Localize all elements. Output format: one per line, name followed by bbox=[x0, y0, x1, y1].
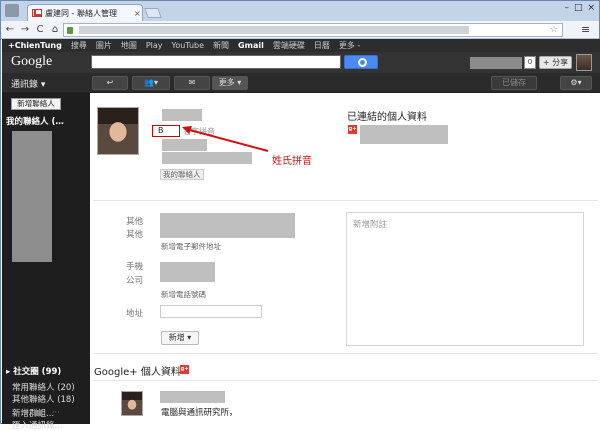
maximize-icon[interactable]: □ bbox=[574, 3, 583, 13]
gbar-user-link[interactable]: +ChienTung bbox=[8, 41, 62, 50]
divider bbox=[93, 380, 598, 381]
phone-type-label[interactable]: 手機 bbox=[126, 260, 143, 272]
bookmark-star-icon[interactable]: ☆ bbox=[550, 25, 558, 35]
more-button[interactable]: 更多 ▾ bbox=[212, 76, 248, 90]
tab-title: 盧建同 - 聯絡人管理 bbox=[45, 8, 117, 18]
gplus-organization: 電腦與通訊研究所， bbox=[161, 408, 238, 418]
browser-window: 盧建同 - 聯絡人管理 × – □ × ← → C ⌂ ☆ ≡ +ChienTu… bbox=[0, 0, 600, 431]
notification-count[interactable]: 0 bbox=[524, 56, 536, 69]
google-plus-icon: g+ bbox=[348, 125, 357, 134]
groups-button[interactable]: 👥▾ bbox=[132, 76, 170, 90]
linked-profile-redacted bbox=[360, 125, 448, 144]
app-header: Google 0 + 分享 bbox=[2, 52, 600, 73]
window-controls: – □ × bbox=[564, 3, 595, 13]
gmail-icon bbox=[32, 9, 42, 17]
forward-arrow-icon[interactable]: → bbox=[19, 24, 31, 35]
gbar-link-play[interactable]: Play bbox=[146, 41, 163, 50]
action-toolbar: 通訊錄 ▾ ↩ 👥▾ ✉ 更多 ▾ 已儲存 ⚙▾ bbox=[2, 73, 600, 93]
share-button[interactable]: + 分享 bbox=[539, 56, 572, 69]
gbar-link-images[interactable]: 圖片 bbox=[96, 40, 112, 51]
email-type-label[interactable]: 其他 bbox=[126, 228, 143, 240]
email-button[interactable]: ✉ bbox=[174, 76, 210, 90]
close-window-icon[interactable]: × bbox=[587, 3, 595, 13]
gbar-link-more[interactable]: 更多 - bbox=[339, 40, 360, 51]
gplus-profile-photo[interactable] bbox=[121, 391, 143, 416]
chrome-profile-icon bbox=[5, 4, 19, 17]
gbar-link-news[interactable]: 新聞 bbox=[213, 40, 229, 51]
search-button[interactable] bbox=[344, 55, 378, 69]
address-bar[interactable]: ☆ bbox=[63, 23, 563, 37]
home-icon[interactable]: ⌂ bbox=[49, 24, 61, 35]
phone-type-label[interactable]: 公司 bbox=[126, 274, 143, 286]
wrench-menu-icon[interactable]: ≡ bbox=[581, 23, 590, 36]
group-list-redacted bbox=[12, 131, 52, 262]
avatar[interactable] bbox=[576, 54, 592, 71]
gbar-link-youtube[interactable]: YouTube bbox=[172, 41, 205, 50]
sidebar-item-other-contacts[interactable]: 其他聯絡人 (18) bbox=[12, 393, 75, 405]
chat-icon[interactable] bbox=[34, 410, 42, 416]
tab-strip: 盧建同 - 聯絡人管理 × – □ × bbox=[1, 1, 599, 21]
gbar-link-gmail[interactable]: Gmail bbox=[238, 41, 264, 50]
gplus-name-redacted bbox=[160, 391, 225, 403]
gbar-link-maps[interactable]: 地圖 bbox=[121, 40, 137, 51]
email-redacted bbox=[160, 213, 295, 238]
phone-redacted bbox=[160, 262, 215, 282]
sidebar-item-import[interactable]: 匯入通訊錄... bbox=[12, 419, 63, 431]
contacts-app-menu[interactable]: 通訊錄 ▾ bbox=[11, 77, 45, 90]
account-name-redacted bbox=[470, 57, 522, 69]
more-dots-icon[interactable]: ··· bbox=[52, 408, 60, 417]
group-tag[interactable]: 我的聯絡人 bbox=[160, 169, 204, 180]
gbar-link-calendar[interactable]: 日曆 bbox=[314, 40, 330, 51]
annotation-label: 姓氏拼音 bbox=[272, 156, 312, 167]
notes-placeholder: 新增附註 bbox=[353, 220, 388, 230]
google-plus-icon: g+ bbox=[180, 365, 189, 374]
email-type-label[interactable]: 其他 bbox=[126, 215, 143, 227]
new-contact-button[interactable]: 新增聯絡人 bbox=[11, 98, 61, 110]
google-logo[interactable]: Google bbox=[11, 54, 52, 70]
sidebar-item-circles[interactable]: ▸ 社交圈 (99) bbox=[6, 365, 61, 377]
contact-detail: B 名字拼音 我的聯絡人 姓氏拼音 已連結的個人資料 g+ 其他 其他 新增電子… bbox=[90, 93, 600, 424]
new-tab-button[interactable] bbox=[144, 8, 162, 18]
url-redacted bbox=[79, 26, 469, 34]
reload-icon[interactable]: C bbox=[34, 24, 46, 35]
back-button[interactable]: ↩ bbox=[92, 76, 128, 90]
notes-textarea[interactable]: 新增附註 bbox=[346, 212, 584, 346]
name-redacted bbox=[162, 109, 202, 121]
back-arrow-icon[interactable]: ← bbox=[4, 24, 16, 35]
add-field-button[interactable]: 新增 ▾ bbox=[161, 331, 199, 345]
browser-tab[interactable]: 盧建同 - 聯絡人管理 × bbox=[27, 4, 143, 21]
lock-icon bbox=[67, 26, 73, 34]
gbar-link-drive[interactable]: 雲端硬碟 bbox=[273, 40, 305, 51]
saved-button: 已儲存 bbox=[491, 76, 537, 90]
settings-button[interactable]: ⚙▾ bbox=[560, 76, 592, 90]
divider bbox=[93, 353, 598, 354]
sidebar-item-my-contacts[interactable]: 我的聯絡人 (… bbox=[6, 115, 64, 127]
gplus-section-title: Google+ 個人資料 bbox=[94, 367, 181, 378]
phonetic-first-name-field[interactable]: B bbox=[152, 125, 180, 137]
tab-close-icon[interactable]: × bbox=[134, 9, 141, 18]
divider bbox=[93, 200, 598, 201]
browser-toolbar: ← → C ⌂ ☆ ≡ bbox=[1, 21, 599, 39]
minimize-icon[interactable]: – bbox=[564, 3, 569, 13]
sidebar: 新增聯絡人 我的聯絡人 (… ▸ 社交圈 (99) 常用聯絡人 (20) 其他聯… bbox=[2, 93, 90, 431]
sidebar-item-frequent[interactable]: 常用聯絡人 (20) bbox=[12, 381, 75, 393]
address-label: 地址 bbox=[126, 309, 144, 319]
annotation-arrow bbox=[182, 126, 269, 152]
contact-photo[interactable] bbox=[97, 107, 139, 155]
field-redacted bbox=[162, 152, 252, 164]
gbar-link-search[interactable]: 搜尋 bbox=[71, 40, 87, 51]
search-input[interactable] bbox=[91, 55, 341, 69]
address-input[interactable] bbox=[160, 305, 262, 318]
linked-profiles-title: 已連結的個人資料 bbox=[347, 112, 427, 123]
add-email-link[interactable]: 新增電子郵件地址 bbox=[161, 241, 221, 252]
google-bar: +ChienTung 搜尋 圖片 地圖 Play YouTube 新聞 Gmai… bbox=[2, 39, 600, 52]
add-phone-link[interactable]: 新增電話號碼 bbox=[161, 289, 206, 300]
